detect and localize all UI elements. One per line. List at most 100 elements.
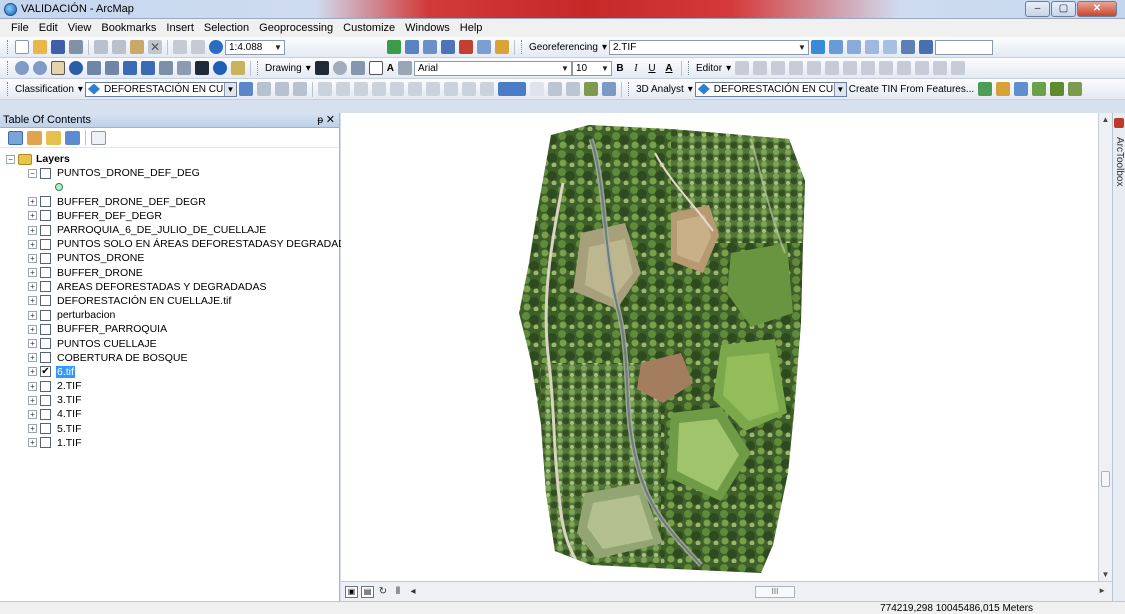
point-symbol-icon[interactable] [55,183,63,192]
layer-name[interactable]: PUNTOS SOLO EN ÁREAS DEFORESTADASY DEGRA… [56,238,361,250]
menu-windows[interactable]: Windows [400,22,455,34]
font-size-combo[interactable]: 10 ▼ [571,60,612,76]
zoom-in-icon[interactable] [15,61,29,75]
layer-name[interactable]: 3.TIF [56,394,83,406]
classification-layer-combo[interactable]: DEFORESTACIÓN EN CUEL ▼ [84,81,237,97]
rotate-feature-icon[interactable] [897,61,912,75]
maximize-button[interactable]: ▢ [1051,1,1076,17]
layer-name[interactable]: 1.TIF [56,437,83,449]
scroll-up-icon[interactable]: ▲ [1099,113,1112,126]
georef-input[interactable] [934,39,993,55]
layer-name[interactable]: COBERTURA DE BOSQUE [56,352,189,364]
full-extent-icon[interactable] [69,61,83,75]
add-control-points-icon[interactable] [810,40,825,54]
histogram-icon[interactable] [335,82,350,96]
layer-row[interactable]: + BUFFER_DRONE [0,266,339,280]
layer-visibility-checkbox[interactable] [40,252,51,264]
expand-icon[interactable]: + [28,353,37,363]
layer-name[interactable]: PARROQUIA_6_DE_JULIO_DE_CUELLAJE [56,224,267,236]
layout-view-icon[interactable]: ▤ [361,585,374,598]
layer-name[interactable]: AREAS DEFORESTADAS Y DEGRADADAS [56,281,267,293]
clear-selection-icon[interactable] [177,61,191,75]
menu-geoprocessing[interactable]: Geoprocessing [254,22,338,34]
expand-icon[interactable]: + [28,424,37,434]
layer-row[interactable]: + PUNTOS CUELLAJE [0,336,339,350]
select-elements-icon[interactable] [195,61,209,75]
layer-visibility-checkbox[interactable] [40,380,51,392]
expand-icon[interactable]: + [28,310,37,320]
zoom-out-icon[interactable] [33,61,47,75]
layer-name[interactable]: 4.TIF [56,408,83,420]
expand-icon[interactable]: + [28,395,37,405]
reshape-icon[interactable] [843,61,858,75]
layer-row[interactable]: +4.TIF [0,407,339,421]
layer-raster-icon[interactable] [461,82,476,96]
classify-icon[interactable] [407,82,422,96]
layer-row[interactable]: + PARROQUIA_6_DE_JULIO_DE_CUELLAJE [0,223,339,237]
data-view-icon[interactable]: ▣ [345,585,358,598]
toolbar-grip[interactable] [7,82,10,96]
steepest-path-icon[interactable] [996,82,1011,96]
open-folder-icon[interactable] [33,40,47,54]
layer-name[interactable]: BUFFER_DRONE_DEF_DEGR [56,196,207,208]
3d-tool-2-icon[interactable] [565,82,580,96]
collapse-icon[interactable]: − [6,154,15,164]
training-sample-manager-icon[interactable] [238,82,253,96]
list-by-drawing-order-icon[interactable] [8,130,23,145]
layer-row[interactable]: + COBERTURA DE BOSQUE [0,351,339,365]
draw-circle-icon[interactable] [292,82,307,96]
toc-close-icon[interactable]: ✕ [326,113,335,128]
layer-visibility-checkbox[interactable]: ✔ [40,366,51,378]
layer-row[interactable]: +5.TIF [0,422,339,436]
trace-icon[interactable] [789,61,804,75]
print-icon[interactable] [69,40,83,54]
edit-tool-icon[interactable] [735,61,750,75]
vertical-scroll-thumb[interactable] [1101,471,1110,487]
menu-insert[interactable]: Insert [161,22,199,34]
new-document-icon[interactable] [15,40,29,54]
layer-name[interactable]: 2.TIF [56,380,83,392]
layer-visibility-checkbox[interactable] [40,238,51,250]
list-by-source-icon[interactable] [27,130,42,145]
drawing-select-icon[interactable] [314,61,329,75]
shift-icon[interactable] [846,40,861,54]
layer-row[interactable]: +3.TIF [0,393,339,407]
search-window-icon[interactable] [441,40,455,54]
3d-analyst-menu[interactable]: 3D Analyst [636,84,684,95]
line-of-sight-icon[interactable] [1014,82,1029,96]
options-icon[interactable] [91,130,106,145]
arctoolbox-icon[interactable] [459,40,473,54]
collapse-icon[interactable]: − [28,168,37,178]
horizontal-scroll-thumb[interactable]: III [755,586,795,598]
georeferencing-menu[interactable]: Georeferencing [529,42,598,53]
toolbar-grip[interactable] [7,40,10,54]
layer-row[interactable]: + BUFFER_DRONE_DEF_DEGR [0,195,339,209]
map-scale-combo[interactable]: 1:4.088 ▼ [225,39,285,55]
expand-icon[interactable]: + [28,268,37,278]
edit-annotation-icon[interactable] [753,61,768,75]
create-features-icon[interactable] [951,61,966,75]
expand-icon[interactable]: + [28,367,37,377]
expand-icon[interactable]: + [28,197,37,207]
signature-icon[interactable] [389,82,404,96]
toolbar-grip[interactable] [7,61,10,75]
layer-row[interactable]: + perturbacion [0,308,339,322]
fixed-zoom-in-icon[interactable] [87,61,101,75]
statistics-icon[interactable] [371,82,386,96]
redo-icon[interactable] [191,40,205,54]
list-by-visibility-icon[interactable] [46,130,61,145]
scale-icon[interactable] [864,40,879,54]
raster-icon[interactable] [443,82,458,96]
menu-view[interactable]: View [63,22,97,34]
select-features-icon[interactable] [159,61,173,75]
viewer-icon[interactable] [918,40,933,54]
pause-drawing-icon[interactable]: Ⅱ [392,586,404,597]
layer-visibility-checkbox[interactable] [40,196,51,208]
scroll-left-icon[interactable]: ◂ [407,586,419,597]
arcglobe-icon[interactable] [601,82,616,96]
undo-icon[interactable] [173,40,187,54]
minimize-button[interactable]: – [1025,1,1050,17]
straight-segment-icon[interactable] [771,61,786,75]
layer-name[interactable]: BUFFER_PARROQUIA [56,323,168,335]
scroll-right-icon[interactable]: ► [1098,586,1106,595]
